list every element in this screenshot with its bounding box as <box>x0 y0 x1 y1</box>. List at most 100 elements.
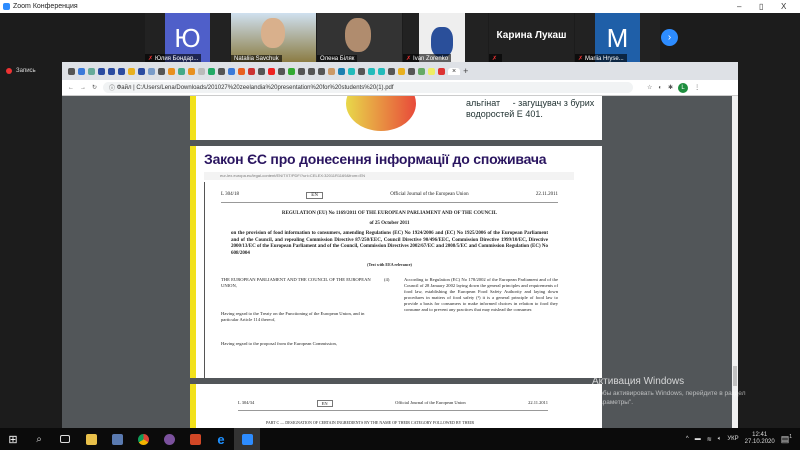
tab-favicon-icon[interactable] <box>388 67 395 75</box>
tab-favicon-icon[interactable] <box>198 67 205 75</box>
close-button[interactable]: X <box>781 2 786 11</box>
file-explorer-icon[interactable] <box>78 428 104 450</box>
battery-icon[interactable]: ▬ <box>695 436 701 442</box>
participant-tile[interactable]: Ю ✗ Юлия Бондар... <box>145 13 230 63</box>
record-icon <box>6 68 12 74</box>
tab-favicon-icon[interactable] <box>108 67 115 75</box>
doc-lang: EN <box>316 400 333 407</box>
recital-text: Having regard to the proposal from the E… <box>221 341 337 346</box>
tab-favicon-icon[interactable] <box>78 67 85 75</box>
slide-text: альгінат - загущувач з бурих <box>466 98 595 108</box>
volume-icon[interactable]: 🔈︎ <box>718 436 722 443</box>
new-tab-button[interactable]: + <box>463 66 468 76</box>
tab-favicon-icon[interactable] <box>218 67 225 75</box>
watermark-text: "Параметры". <box>592 399 634 406</box>
tab-favicon-icon[interactable] <box>208 67 215 75</box>
tab-favicon-icon[interactable] <box>68 67 75 75</box>
tab-favicon-icon[interactable] <box>308 67 315 75</box>
tab-favicon-icon[interactable] <box>148 67 155 75</box>
tab-favicon-icon[interactable] <box>268 67 275 75</box>
language-indicator[interactable]: УКР <box>727 436 738 442</box>
file-info-icon: ⓘ <box>109 86 117 92</box>
tab-favicon-icon[interactable] <box>258 67 265 75</box>
tab-favicon-icon[interactable] <box>428 67 435 75</box>
edge-icon[interactable]: e <box>208 428 234 450</box>
participant-tile[interactable]: Карина Лукаш ✗ <box>489 13 574 63</box>
powerpoint-icon[interactable] <box>182 428 208 450</box>
search-icon[interactable]: ⌕ <box>26 428 52 450</box>
tab-favicon-icon[interactable] <box>298 67 305 75</box>
video-feed <box>345 18 371 52</box>
next-participants-button[interactable]: › <box>661 29 678 46</box>
tab-favicon-icon[interactable] <box>248 67 255 75</box>
tab-strip: × + <box>62 62 738 80</box>
viber-icon[interactable] <box>156 428 182 450</box>
active-tab-close-button[interactable]: × <box>448 67 461 75</box>
tab-favicon-icon[interactable] <box>228 67 235 75</box>
reload-icon[interactable]: ↻ <box>92 84 97 91</box>
network-icon[interactable]: ≋ <box>707 436 712 443</box>
participant-tile[interactable]: Олена Біляк <box>317 13 402 63</box>
extensions-puzzle-icon[interactable]: ✱ <box>668 84 673 91</box>
participant-tile[interactable]: M ✗ Mariia Hryse... <box>575 13 660 63</box>
tab-favicon-icon[interactable] <box>338 67 345 75</box>
tab-favicon-icon[interactable] <box>278 67 285 75</box>
address-bar: ← → ↻ ⓘ Файл | C:/Users/Lena/Downloads/2… <box>62 80 738 96</box>
extension-icon[interactable]: ◐ <box>658 85 662 91</box>
tab-favicon-icon[interactable] <box>138 67 145 75</box>
tab-favicon-icon[interactable] <box>88 67 95 75</box>
eea-note: (Text with EEA relevance) <box>367 262 412 267</box>
notification-count: 1 <box>789 433 792 440</box>
tab-favicon-icon[interactable] <box>358 67 365 75</box>
recital-number: (4) <box>384 277 390 282</box>
participant-name: Карина Лукаш <box>496 30 567 41</box>
tab-favicon-icon[interactable] <box>368 67 375 75</box>
recital-text: According to Regulation (EC) No 178/2002… <box>404 277 558 312</box>
profile-avatar[interactable]: L <box>678 82 689 93</box>
tab-favicon-icon[interactable] <box>288 67 295 75</box>
tab-favicon-icon[interactable] <box>128 67 135 75</box>
tab-favicon-icon[interactable] <box>408 67 415 75</box>
maximize-button[interactable]: ▯ <box>759 2 763 11</box>
start-windows-icon[interactable]: ⊞ <box>0 428 26 450</box>
tab-favicon-icon[interactable] <box>378 67 385 75</box>
pdf-page-3: L 304/34 EN Official Journal of the Euro… <box>190 384 602 428</box>
tray-chevron-icon[interactable]: ^ <box>686 436 689 442</box>
forward-icon[interactable]: → <box>80 85 86 91</box>
minimize-button[interactable]: – <box>737 2 741 11</box>
app-icon[interactable] <box>104 428 130 450</box>
url-text: C:/Users/Lena/Downloads/201027%20zeeland… <box>136 84 394 91</box>
tab-favicon-icon[interactable] <box>178 67 185 75</box>
watermark-title: Активация Windows <box>592 376 685 387</box>
tab-favicon-icon[interactable] <box>348 67 355 75</box>
chrome-icon[interactable] <box>130 428 156 450</box>
tab-favicon-icon[interactable] <box>168 67 175 75</box>
notifications-icon[interactable]: ▤1 <box>781 434 792 445</box>
tab-favicon-icon[interactable] <box>188 67 195 75</box>
clock[interactable]: 12:41 27.10.2020 <box>745 432 775 446</box>
regulation-date: of 25 October 2011 <box>369 221 410 226</box>
tab-favicon-icon[interactable] <box>118 67 125 75</box>
doc-date: 22.11.2011 <box>528 400 548 405</box>
regulation-document: L 304/18 EN Official Journal of the Euro… <box>204 182 574 378</box>
tab-favicon-icon[interactable] <box>158 67 165 75</box>
clock-date: 27.10.2020 <box>744 439 775 445</box>
bookmark-star-icon[interactable]: ☆ <box>647 84 652 91</box>
participant-tile[interactable]: ✗ Ivan Zorenko <box>403 13 488 63</box>
participant-tile[interactable]: Nataliia Savchuk <box>231 13 316 63</box>
tab-favicon-icon[interactable] <box>238 67 245 75</box>
task-view-icon[interactable] <box>52 428 78 450</box>
tab-favicon-icon[interactable] <box>398 67 405 75</box>
back-icon[interactable]: ← <box>68 85 74 91</box>
tab-favicon-icon[interactable] <box>418 67 425 75</box>
tab-favicon-icon[interactable] <box>98 67 105 75</box>
url-field[interactable]: ⓘ Файл | C:/Users/Lena/Downloads/201027%… <box>103 82 634 93</box>
apple-image <box>346 96 416 131</box>
menu-icon[interactable]: ⋮ <box>694 84 700 91</box>
browser-window: × + ← → ↻ ⓘ Файл | C:/Users/Lena/Downloa… <box>62 62 738 428</box>
regulation-title: REGULATION (EU) No 1169/2011 OF THE EURO… <box>281 211 498 216</box>
zoom-taskbar-icon[interactable] <box>234 428 260 450</box>
tab-favicon-icon[interactable] <box>438 67 445 75</box>
tab-favicon-icon[interactable] <box>328 67 335 75</box>
tab-favicon-icon[interactable] <box>318 67 325 75</box>
